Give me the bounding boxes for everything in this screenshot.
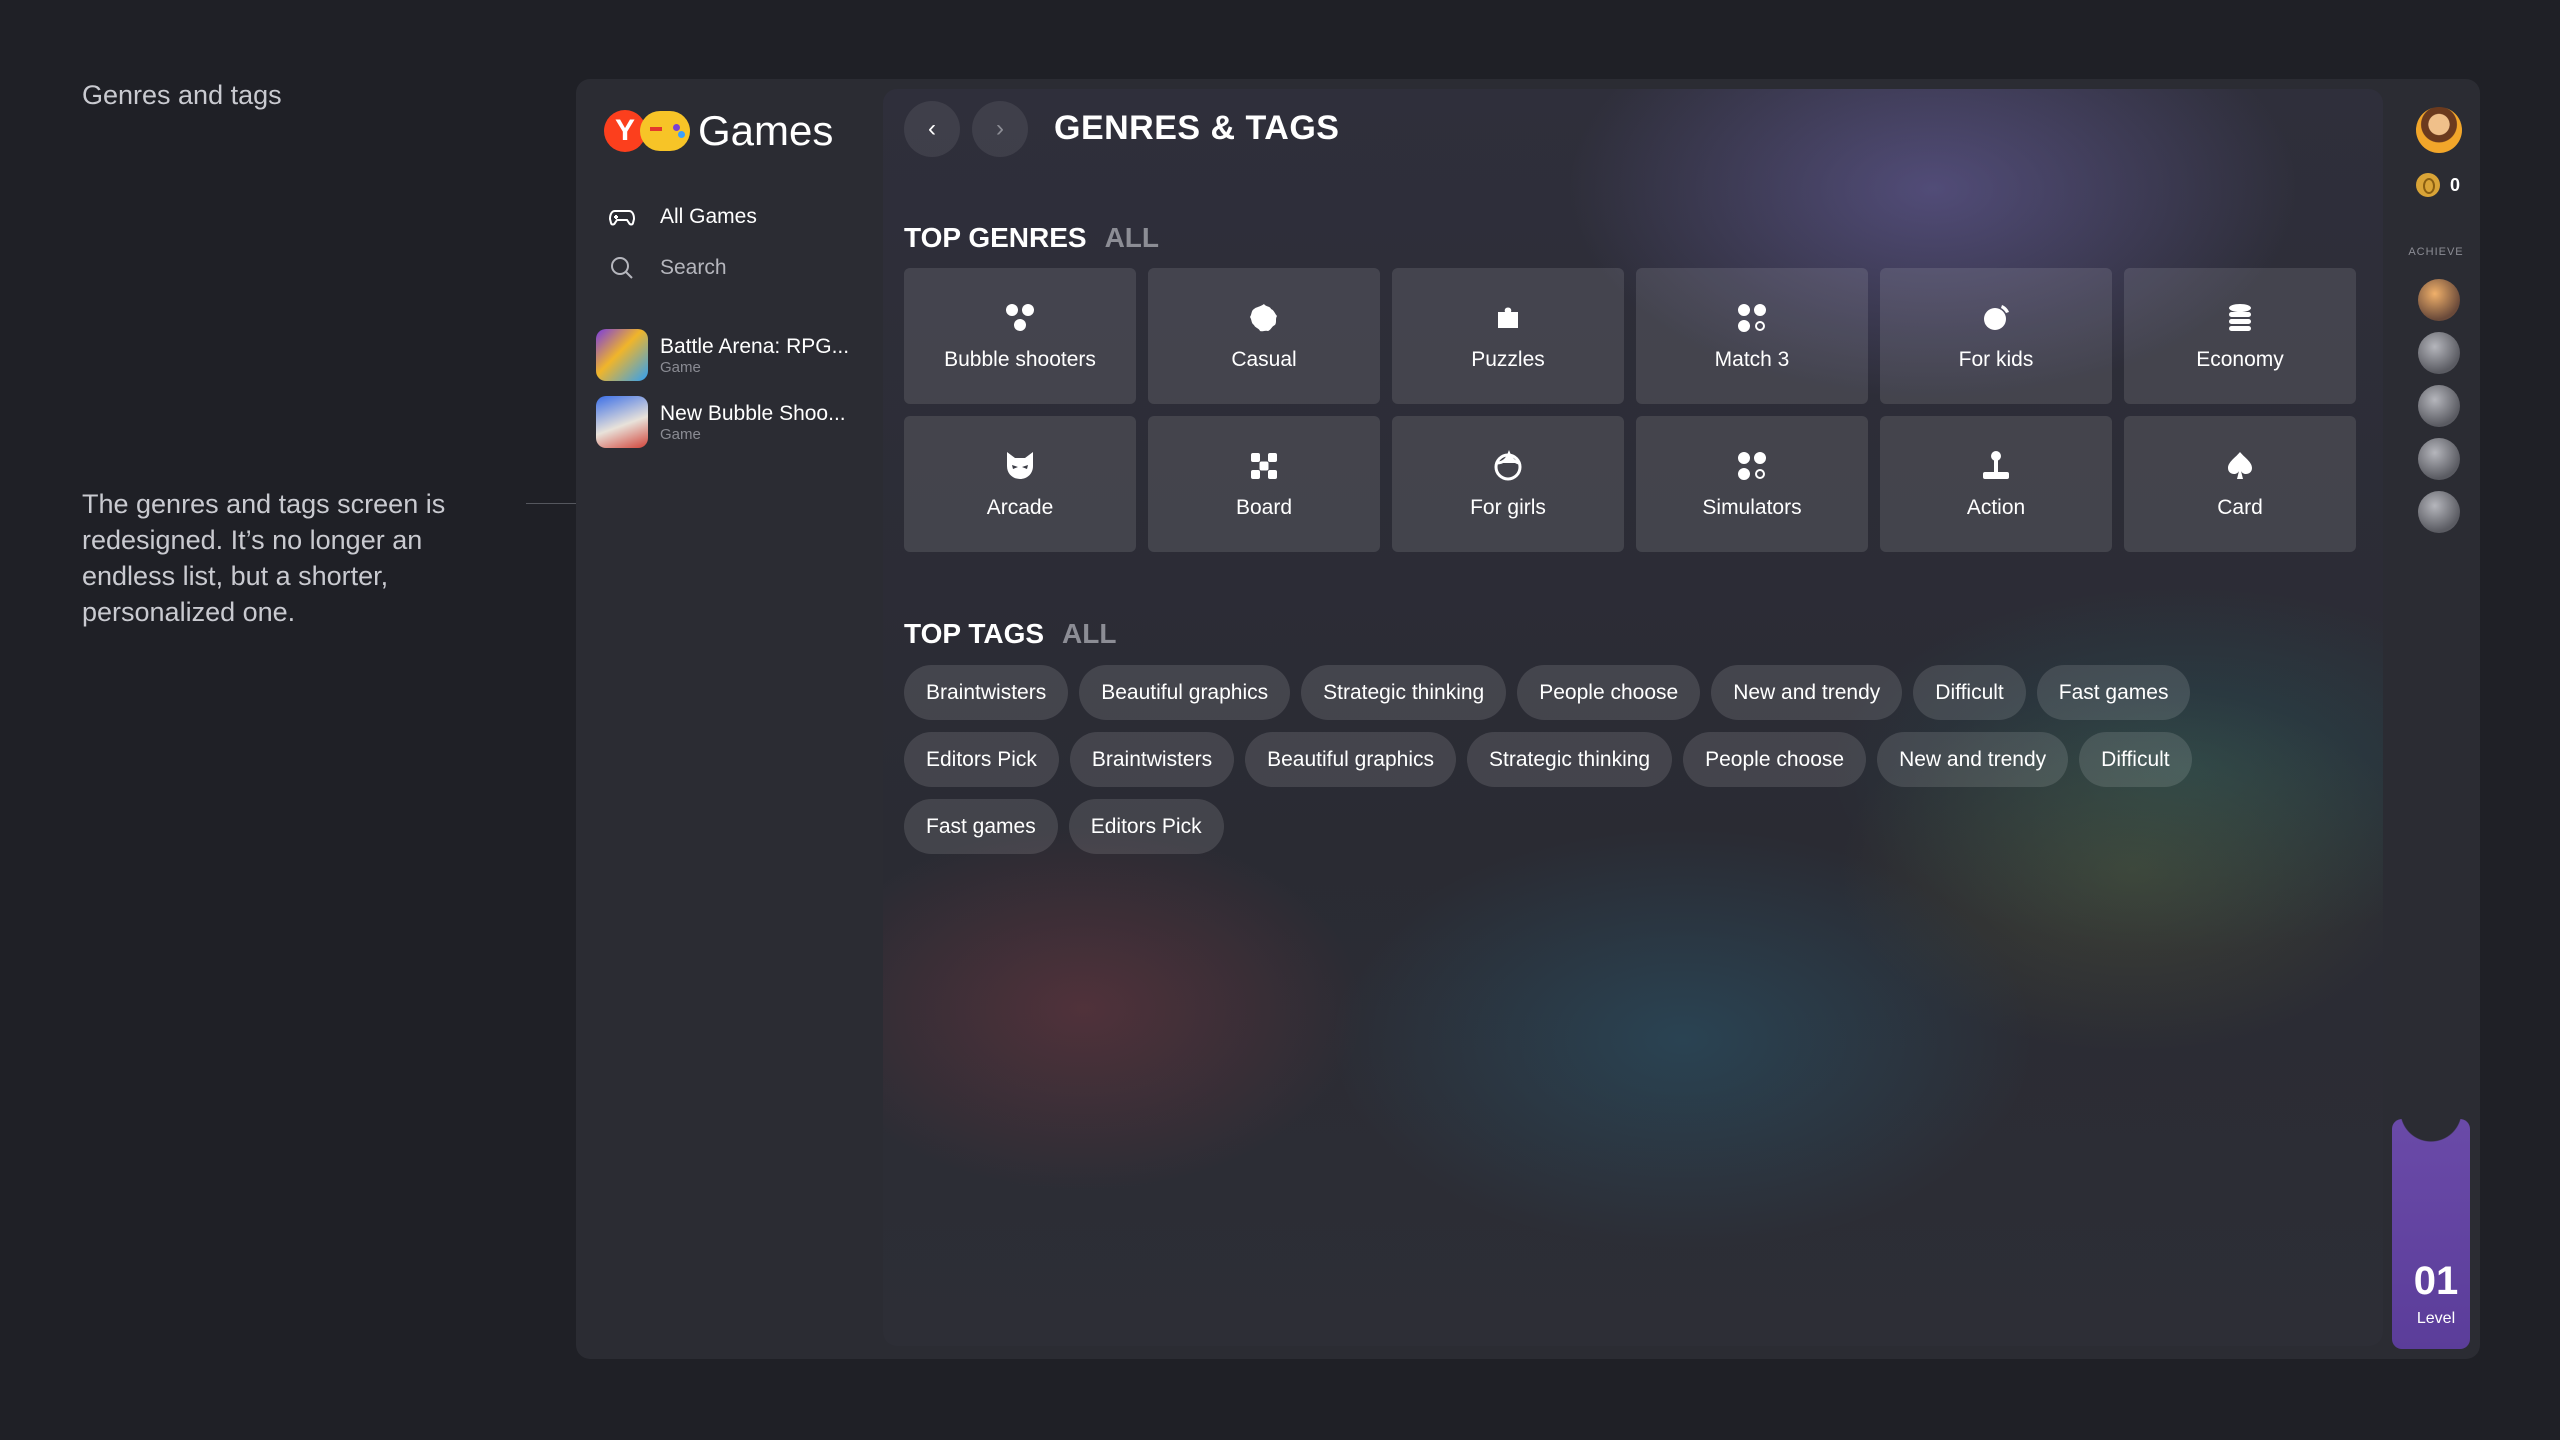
top-tags-title: TOP TAGS xyxy=(904,618,1045,649)
gamepad-icon xyxy=(608,210,636,226)
tag-chip[interactable]: Difficult xyxy=(1913,665,2026,720)
nav-all-games[interactable]: All Games xyxy=(608,203,757,231)
spade-icon xyxy=(2228,452,2252,479)
recent-game[interactable]: Battle Arena: RPG... Game xyxy=(596,329,849,381)
coin-icon xyxy=(2416,173,2440,197)
achievement-badge-icon[interactable] xyxy=(2418,491,2460,533)
tag-chip[interactable]: People choose xyxy=(1683,732,1867,787)
achievement-badge-icon[interactable] xyxy=(2418,438,2460,480)
logo-text: Games xyxy=(698,107,834,154)
tag-list: Braintwisters Beautiful graphics Strateg… xyxy=(904,665,2344,854)
genre-label: Arcade xyxy=(986,496,1054,519)
sidebar: Y Games All Games Search Battle Arena: R… xyxy=(576,79,883,1359)
genre-tile-simulators[interactable]: Simulators xyxy=(1636,416,1868,552)
achievement-badge-icon[interactable] xyxy=(2418,385,2460,427)
search-icon xyxy=(611,257,633,279)
top-genres-heading: TOP GENRES ALL xyxy=(904,222,1159,254)
tag-chip[interactable]: Fast games xyxy=(2036,665,2191,720)
bubbles-icon xyxy=(1006,304,1034,331)
genre-label: Bubble shooters xyxy=(944,348,1096,371)
achievement-badge-icon[interactable] xyxy=(2418,279,2460,321)
genres-all-link[interactable]: ALL xyxy=(1105,222,1159,253)
game-thumbnail xyxy=(596,329,648,381)
top-genres-title: TOP GENRES xyxy=(904,222,1087,253)
tag-chip[interactable]: Beautiful graphics xyxy=(1245,732,1457,787)
avatar[interactable] xyxy=(2416,107,2462,153)
tag-chip[interactable]: People choose xyxy=(1517,665,1701,720)
back-button[interactable]: ‹ xyxy=(904,101,960,157)
simulator-icon xyxy=(1738,452,1766,480)
nav-search-label: Search xyxy=(660,256,727,279)
nav-all-games-label: All Games xyxy=(660,205,757,228)
recent-game-title: Battle Arena: RPG... xyxy=(660,334,850,358)
nav-search[interactable]: Search xyxy=(608,254,727,282)
cookie-icon xyxy=(1250,304,1277,332)
level-label: Level xyxy=(2416,1310,2456,1327)
top-tags-heading: TOP TAGS ALL xyxy=(904,618,1116,650)
recent-game[interactable]: New Bubble Shoo... Game xyxy=(596,396,846,448)
genre-label: Board xyxy=(1235,496,1293,519)
level-number: 01 xyxy=(2413,1259,2459,1303)
ball-icon xyxy=(1984,305,2009,330)
tag-chip[interactable]: Difficult xyxy=(2079,732,2192,787)
recent-game-title: New Bubble Shoo... xyxy=(660,401,846,425)
match3-icon xyxy=(1738,304,1766,332)
chevron-right-icon: › xyxy=(996,115,1004,142)
genre-label: Simulators xyxy=(1702,496,1802,519)
achievement-badge-icon[interactable] xyxy=(2418,332,2460,374)
genre-tile-casual[interactable]: Casual xyxy=(1148,268,1380,404)
forward-button[interactable]: › xyxy=(972,101,1028,157)
puzzle-icon xyxy=(1498,307,1518,328)
joystick-icon xyxy=(1983,451,2009,479)
genre-label: Action xyxy=(1966,496,2026,519)
genre-tile-match-3[interactable]: Match 3 xyxy=(1636,268,1868,404)
tag-chip[interactable]: Strategic thinking xyxy=(1467,732,1673,787)
tag-chip[interactable]: New and trendy xyxy=(1877,732,2069,787)
tag-chip[interactable]: Strategic thinking xyxy=(1301,665,1507,720)
annotation-title: Genres and tags xyxy=(82,80,282,110)
genre-label: For kids xyxy=(1958,348,2034,371)
main-panel: ‹ › GENRES & TAGS TOP GENRES ALL Bubble s… xyxy=(883,89,2383,1346)
chevron-left-icon: ‹ xyxy=(928,115,936,142)
genre-tile-arcade[interactable]: Arcade xyxy=(904,416,1136,552)
annotation-body: The genres and tags screen is redesigned… xyxy=(82,489,446,627)
genre-tile-puzzles[interactable]: Puzzles xyxy=(1392,268,1624,404)
genre-label: Economy xyxy=(2196,348,2284,371)
genre-tile-bubble-shooters[interactable]: Bubble shooters xyxy=(904,268,1136,404)
tag-chip[interactable]: Beautiful graphics xyxy=(1079,665,1291,720)
genre-label: Card xyxy=(2217,496,2263,519)
tag-chip[interactable]: Editors Pick xyxy=(904,732,1059,787)
board-icon xyxy=(1251,453,1277,479)
genre-tile-board[interactable]: Board xyxy=(1148,416,1380,552)
cat-mask-icon xyxy=(1007,452,1033,479)
tags-all-link[interactable]: ALL xyxy=(1062,618,1116,649)
tag-chip[interactable]: Braintwisters xyxy=(1069,732,1235,787)
logo[interactable]: Y Games xyxy=(604,107,833,155)
genre-tile-action[interactable]: Action xyxy=(1880,416,2112,552)
page-title: GENRES & TAGS xyxy=(1054,109,1340,147)
gamepad-logo-icon xyxy=(640,111,690,151)
app-window: Y Games All Games Search Battle Arena: R… xyxy=(576,79,2480,1359)
tag-chip[interactable]: Fast games xyxy=(904,799,1058,854)
girl-icon xyxy=(1494,449,1522,481)
genre-tile-card[interactable]: Card xyxy=(2124,416,2356,552)
genre-label: Match 3 xyxy=(1714,348,1790,371)
coin-count: 0 xyxy=(2450,174,2461,195)
recent-game-subtitle: Game xyxy=(660,358,701,376)
genre-label: Puzzles xyxy=(1471,348,1545,371)
genre-label: Casual xyxy=(1231,348,1297,371)
genre-tile-for-girls[interactable]: For girls xyxy=(1392,416,1624,552)
coin-balance[interactable]: 0 xyxy=(2416,173,2460,197)
game-thumbnail xyxy=(596,396,648,448)
genre-grid: Bubble shooters Casual Puzzles Match 3 F… xyxy=(904,268,2358,552)
achievements-label: ACHIEVE xyxy=(2408,246,2464,258)
tag-chip[interactable]: Braintwisters xyxy=(904,665,1069,720)
tag-chip[interactable]: Editors Pick xyxy=(1068,799,1224,854)
tag-chip[interactable]: New and trendy xyxy=(1711,665,1903,720)
coins-stack-icon xyxy=(2229,304,2251,331)
genre-label: For girls xyxy=(1470,496,1546,519)
genre-tile-economy[interactable]: Economy xyxy=(2124,268,2356,404)
genre-tile-for-kids[interactable]: For kids xyxy=(1880,268,2112,404)
recent-game-subtitle: Game xyxy=(660,425,701,443)
